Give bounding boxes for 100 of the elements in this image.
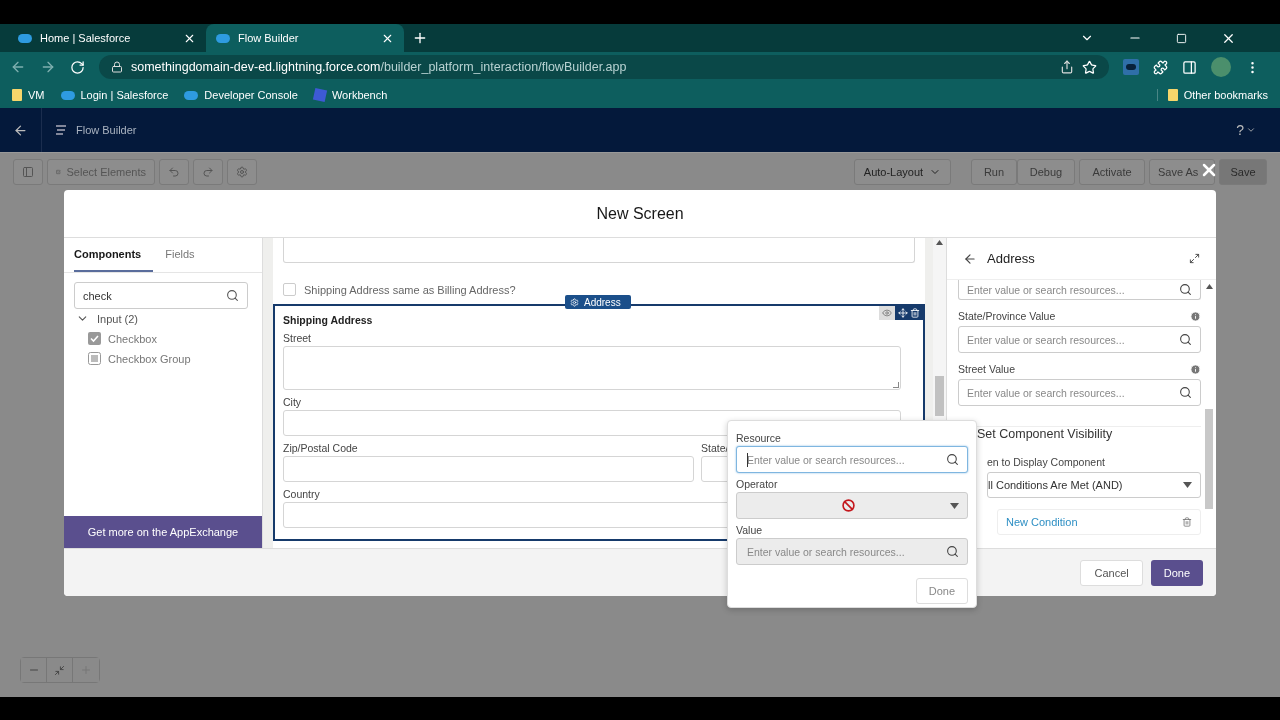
share-icon[interactable] (1060, 60, 1074, 74)
search-field[interactable]: check (74, 282, 248, 309)
reload-icon[interactable] (70, 59, 85, 75)
flow-icon (54, 123, 68, 137)
activate-button[interactable]: Activate (1079, 158, 1145, 185)
resource-field[interactable]: Enter value or search resources... (958, 326, 1201, 353)
back-icon[interactable] (963, 251, 977, 266)
input-field[interactable] (283, 238, 915, 263)
logic-select[interactable]: ll Conditions Are Met (AND) (987, 472, 1201, 498)
cancel-button[interactable]: Cancel (1080, 559, 1143, 586)
item-label: Checkbox (108, 332, 157, 345)
appexchange-button[interactable]: Get more on the AppExchange (64, 516, 262, 548)
badge-label: Address (584, 296, 621, 308)
address-field[interactable]: somethingdomain-dev-ed.lightning.force.com/builder_platform_interaction/flowBuilder.app (99, 55, 1109, 79)
palette-tab[interactable]: Fields (153, 238, 207, 272)
field-label: Resource (736, 432, 782, 444)
browser-tab[interactable]: Home | Salesforce (8, 24, 206, 52)
scroll-thumb[interactable] (935, 376, 944, 416)
cloud-icon (60, 90, 75, 100)
done-button[interactable]: Done (1150, 559, 1203, 586)
search-icon (1179, 386, 1192, 399)
cloud-icon (184, 90, 199, 100)
folder-icon (12, 89, 22, 101)
settings-button[interactable] (227, 158, 257, 185)
caret-icon (1183, 482, 1192, 488)
field-label: Country (283, 488, 321, 500)
layout-dropdown[interactable]: Auto-Layout (854, 158, 951, 185)
expand-icon[interactable] (1189, 253, 1200, 264)
select-value: ll Conditions Are Met (AND) (988, 479, 1123, 491)
search-icon (1179, 283, 1192, 296)
cloud-icon (216, 33, 230, 43)
panel-icon (22, 165, 34, 178)
puzzle-icon[interactable] (1153, 59, 1168, 75)
restore-icon[interactable] (1176, 32, 1187, 44)
field-label: State/Province Value (958, 310, 1056, 322)
palette-tab[interactable]: Components (74, 238, 154, 272)
condition-link[interactable]: New Condition (1006, 516, 1078, 528)
scroll-thumb[interactable] (1205, 409, 1213, 509)
debug-button[interactable]: Debug (1017, 158, 1075, 185)
side-panel-icon[interactable] (1182, 59, 1197, 75)
avatar-icon[interactable] (1211, 57, 1231, 77)
forward-icon[interactable] (40, 59, 56, 75)
field-label: Street (283, 332, 312, 344)
resource-field[interactable]: Enter value or search resources... (958, 379, 1201, 406)
panel-toggle-button[interactable] (13, 158, 43, 185)
resource-field[interactable]: Enter value or search resources... (958, 280, 1201, 300)
trash-icon[interactable] (910, 308, 920, 318)
section-title: Set Component Visibility (977, 426, 1201, 441)
bookmark[interactable]: VM (12, 89, 45, 101)
panel-title: Address (987, 251, 1036, 266)
cloud-icon (18, 33, 32, 43)
shrink-icon (54, 664, 65, 676)
cube-icon (312, 87, 328, 103)
field-label: Zip/Postal Code (283, 442, 359, 454)
extension-icon[interactable] (1123, 59, 1139, 75)
bookmark[interactable]: Other bookmarks (1167, 89, 1268, 101)
bookmark[interactable]: Login | Salesforce (60, 89, 169, 101)
tree-group[interactable]: Input (2) (76, 312, 262, 325)
resource-field[interactable]: Enter value or search resources... (736, 446, 968, 473)
caret-icon (1246, 125, 1256, 135)
app-title: Flow Builder (76, 124, 137, 136)
done-button[interactable]: Done (915, 578, 968, 604)
field-label: Street Value (958, 363, 1015, 375)
settings-icon (236, 165, 248, 178)
field-label: en to Display Component (987, 456, 1105, 468)
move-icon[interactable] (898, 308, 908, 318)
bookmark[interactable]: Developer Console (184, 89, 298, 101)
info-icon (1190, 310, 1201, 322)
bookmark[interactable]: Workbench (313, 89, 388, 101)
info-icon (1190, 363, 1201, 375)
help-menu[interactable]: ? (1236, 122, 1256, 138)
checkbox[interactable] (283, 283, 296, 296)
field-label: State/ (701, 442, 730, 454)
gear-icon (570, 297, 579, 307)
item-label: Checkbox Group (108, 352, 191, 365)
folder-icon (1167, 89, 1178, 101)
field-label: Value (736, 524, 764, 536)
component-item[interactable]: Checkbox Group (88, 352, 262, 365)
section-title: Shipping Address (283, 314, 374, 326)
lock-icon (111, 61, 123, 73)
checkbox-group-icon (88, 352, 101, 365)
search-icon (226, 289, 239, 302)
browser-tab[interactable]: Flow Builder (206, 24, 404, 52)
blocked-icon (842, 499, 855, 512)
run-button[interactable]: Run (971, 158, 1017, 185)
save-as-button[interactable]: Save As (1149, 158, 1215, 185)
group-label: Input (2) (97, 312, 138, 325)
caret-icon (950, 502, 959, 509)
component-item[interactable]: Checkbox (88, 332, 262, 345)
scroll-up-icon[interactable] (936, 240, 943, 245)
redo-icon (202, 165, 214, 178)
checkbox-label: Shipping Address same as Billing Address? (304, 283, 516, 296)
search-icon (946, 453, 959, 466)
search-icon (946, 545, 959, 558)
input-field[interactable] (283, 456, 694, 482)
scroll-up-icon[interactable] (1205, 284, 1213, 289)
star-icon[interactable] (1082, 59, 1097, 75)
field-label: Operator (736, 478, 779, 490)
undo-icon (168, 165, 180, 178)
field-label: City (283, 396, 303, 408)
